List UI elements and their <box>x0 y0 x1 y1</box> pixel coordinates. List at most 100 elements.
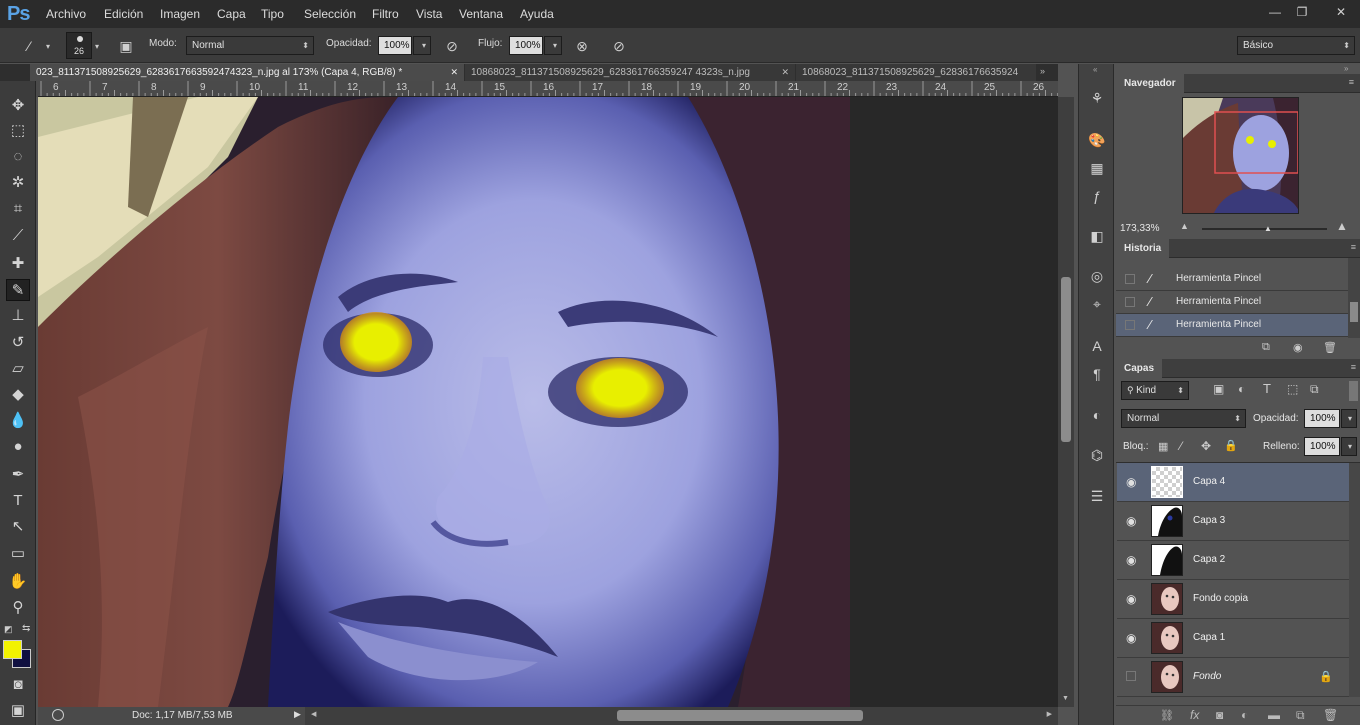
history-item[interactable]: ⁄ Herramienta Pincel <box>1116 268 1348 291</box>
scroll-left-icon[interactable]: ◀ <box>311 710 316 718</box>
brush-preset-icon[interactable]: ⁄ <box>19 36 39 56</box>
hand-icon[interactable]: ✋ <box>6 571 30 593</box>
visibility-eye-icon[interactable]: ◉ <box>1126 631 1136 645</box>
pressure-opacity-icon[interactable]: ⊘ <box>442 36 462 56</box>
chevron-down-icon[interactable]: ▾ <box>95 42 99 51</box>
quick-mask-icon[interactable]: ◙ <box>6 674 30 696</box>
visibility-toggle[interactable] <box>1126 671 1136 681</box>
paint-bucket-icon[interactable]: ◆ <box>6 384 30 406</box>
menu-ventana[interactable]: Ventana <box>459 7 503 21</box>
tab-document-2[interactable]: 10868023_811371508925629_628361766359247… <box>465 64 795 81</box>
menu-filtro[interactable]: Filtro <box>372 7 399 21</box>
filter-toggle[interactable] <box>1349 381 1358 401</box>
crop-icon[interactable]: ⌗ <box>6 198 30 220</box>
new-document-from-state-icon[interactable]: ⧉ <box>1262 341 1270 354</box>
opacity-input[interactable]: 100% <box>378 36 412 55</box>
visibility-eye-icon[interactable]: ◉ <box>1126 592 1136 606</box>
character-icon[interactable]: A <box>1087 336 1107 356</box>
lock-position-icon[interactable]: ✥ <box>1201 439 1211 453</box>
marquee-icon[interactable]: ⬚ <box>6 120 30 142</box>
history-scroll-thumb[interactable] <box>1350 302 1358 322</box>
screen-mode-icon[interactable]: ▣ <box>6 700 30 722</box>
adjustments-icon[interactable]: ◧ <box>1087 226 1107 246</box>
history-scrollbar[interactable] <box>1348 258 1360 338</box>
mode-select[interactable]: Normal ⬍ <box>186 36 314 55</box>
new-group-icon[interactable]: ▬ <box>1268 708 1280 722</box>
workspace-select[interactable]: Básico ⬍ <box>1237 36 1355 55</box>
blur-icon[interactable]: 💧 <box>6 410 30 432</box>
filter-smart-object-icon[interactable]: ⧉ <box>1310 382 1319 397</box>
vertical-scroll-thumb[interactable] <box>1061 277 1071 442</box>
zoom-slider-thumb[interactable]: ▲ <box>1264 224 1272 233</box>
tab-navigator[interactable]: Navegador <box>1116 74 1184 93</box>
layer-row[interactable]: ◉ Fondo copia <box>1117 580 1349 619</box>
trash-icon[interactable]: 🗑 <box>1323 708 1338 722</box>
visibility-eye-icon[interactable]: ◉ <box>1126 475 1136 489</box>
visibility-eye-icon[interactable]: ◉ <box>1126 514 1136 528</box>
stamp-icon[interactable]: ⊥ <box>6 305 30 327</box>
history-brush-panel-icon[interactable]: ⚘ <box>1087 88 1107 108</box>
lock-all-icon[interactable]: 🔒 <box>1224 439 1238 452</box>
swatches-icon[interactable]: ▦ <box>1087 158 1107 178</box>
visibility-eye-icon[interactable]: ◉ <box>1126 553 1136 567</box>
zoom-out-icon[interactable]: ▲ <box>1180 221 1189 231</box>
fill-dropdown[interactable]: ▾ <box>1341 437 1357 456</box>
add-mask-icon[interactable]: ◙ <box>1216 708 1223 722</box>
layer-row[interactable]: ◉ Capa 1 <box>1117 619 1349 658</box>
adjustment-layer-icon[interactable]: ◐ <box>1241 708 1248 722</box>
layer-row[interactable]: ◉ Capa 2 <box>1117 541 1349 580</box>
brush-panel-icon[interactable]: ▣ <box>116 36 136 56</box>
status-menu-icon[interactable]: ▶ <box>294 709 301 720</box>
properties-icon[interactable]: ☰ <box>1087 486 1107 506</box>
link-layers-icon[interactable]: ⛓ <box>1160 709 1174 722</box>
layer-opacity-input[interactable]: 100% <box>1304 409 1340 428</box>
menu-capa[interactable]: Capa <box>217 7 246 21</box>
filter-type-icon[interactable]: T <box>1263 381 1271 396</box>
pen-icon[interactable]: ✒ <box>6 464 30 486</box>
dodge-icon[interactable]: ● <box>6 436 30 458</box>
menu-imagen[interactable]: Imagen <box>160 7 200 21</box>
document-canvas[interactable] <box>38 97 1058 707</box>
default-colors-icon[interactable]: ◩ <box>4 624 13 635</box>
brush-size-picker[interactable]: 26 <box>66 32 92 59</box>
menu-tipo[interactable]: Tipo <box>261 7 284 21</box>
blend-mode-select[interactable]: Normal ⬍ <box>1121 409 1246 428</box>
tabs-overflow-icon[interactable]: » <box>1040 66 1045 76</box>
snapshot-checkbox[interactable] <box>1125 320 1135 330</box>
history-brush-icon[interactable]: ↺ <box>6 332 30 354</box>
scroll-right-icon[interactable]: ▶ <box>1047 710 1052 718</box>
layer-row[interactable]: ◉ Capa 4 <box>1117 463 1349 502</box>
styles-icon[interactable]: ƒ <box>1087 186 1107 206</box>
camera-icon[interactable]: ◉ <box>1293 341 1303 354</box>
zoom-icon[interactable]: ⚲ <box>6 597 30 619</box>
layer-row[interactable]: Fondo 🔒 <box>1117 658 1349 697</box>
type-icon[interactable]: T <box>6 490 30 512</box>
lasso-icon[interactable]: ◌ <box>6 146 30 168</box>
eyedropper-icon[interactable]: ⟋ <box>6 225 30 247</box>
history-item[interactable]: ⁄ Herramienta Pincel <box>1116 314 1348 337</box>
path-select-icon[interactable]: ↖ <box>6 516 30 538</box>
snapshot-checkbox[interactable] <box>1125 274 1135 284</box>
collapse-panels-icon[interactable]: » <box>1344 64 1348 73</box>
flow-input[interactable]: 100% <box>509 36 543 55</box>
trash-icon[interactable]: 🗑 <box>1323 341 1337 354</box>
menu-seleccion[interactable]: Selección <box>304 7 356 21</box>
tab-history[interactable]: Historia <box>1116 239 1170 258</box>
tab-document-3[interactable]: 10868023_811371508925629_62836176635924 <box>796 64 1036 81</box>
close-icon[interactable]: ✕ <box>450 64 458 81</box>
menu-archivo[interactable]: Archivo <box>46 7 86 21</box>
zoom-in-icon[interactable]: ▲ <box>1336 219 1348 233</box>
panel-menu-icon[interactable]: ≡ <box>1351 242 1356 252</box>
pressure-size-icon[interactable]: ⊘ <box>609 36 629 56</box>
vertical-scrollbar[interactable]: ▼ <box>1058 97 1074 707</box>
fx-icon[interactable]: fx <box>1190 708 1199 722</box>
menu-edicion[interactable]: Edición <box>104 7 143 21</box>
horizontal-scroll-thumb[interactable] <box>617 710 863 721</box>
layer-row[interactable]: ◉ Capa 3 <box>1117 502 1349 541</box>
close-button[interactable]: ✕ <box>1326 3 1356 21</box>
scroll-down-icon[interactable]: ▼ <box>1062 695 1069 702</box>
opacity-dropdown[interactable]: ▾ <box>413 36 431 55</box>
horizontal-scrollbar[interactable]: ◀ ▶ <box>305 707 1058 725</box>
zoom-status-icon[interactable] <box>52 709 64 721</box>
layer-opacity-dropdown[interactable]: ▾ <box>1341 409 1357 428</box>
